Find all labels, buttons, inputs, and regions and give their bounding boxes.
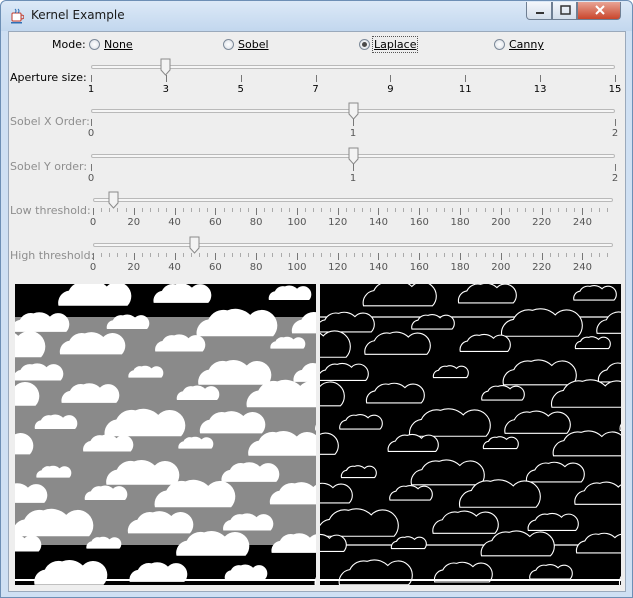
content-panel: Mode: None Sobel Laplace Canny Aperture siz… (8, 31, 626, 592)
low-tick-label: 200 (491, 217, 511, 228)
high-tick-label: 180 (450, 262, 470, 273)
sobel_x-tick-label: 2 (611, 128, 619, 139)
low-tick-label: 220 (532, 217, 552, 228)
mode-radio-canny[interactable]: Canny (494, 38, 544, 51)
mode-radio-sobel[interactable]: Sobel (223, 38, 269, 51)
radio-circle-icon (494, 39, 505, 50)
low-tick-label: 60 (208, 217, 222, 228)
kernel-example-window: Kernel Example Mode: None Sobel Laplace Can… (0, 0, 633, 598)
cloud-shape (320, 311, 375, 333)
window-title: Kernel Example (31, 8, 125, 22)
low-tick-label: 240 (572, 217, 592, 228)
java-cup-icon (11, 8, 24, 24)
cloud-shape (320, 482, 353, 504)
cloud-shape (320, 533, 347, 553)
cloud-shape (34, 559, 108, 585)
close-icon (595, 5, 605, 15)
low-tick-label: 0 (89, 217, 97, 228)
cloud-shape (15, 312, 70, 332)
aperture-tick-label: 7 (312, 84, 319, 95)
cloud-shape (268, 285, 312, 301)
sobel_y-tick-marks (9, 164, 627, 172)
mode-radio-label: None (104, 38, 133, 51)
cloud-shape (314, 577, 316, 585)
sobel_y-tick-label: 2 (611, 173, 619, 184)
high-tick-label: 160 (409, 262, 429, 273)
high-tick-label: 100 (287, 262, 307, 273)
maximize-button[interactable] (552, 2, 577, 20)
radio-circle-icon (89, 39, 100, 50)
low-tick-label: 180 (450, 217, 470, 228)
cloud-shape (196, 308, 278, 337)
low-tick-label: 120 (328, 217, 348, 228)
sobel_y-slider-thumb[interactable] (348, 147, 359, 165)
cloud-shape (58, 284, 132, 306)
cloud-shape (129, 562, 188, 582)
mode-radio-label: Canny (509, 38, 544, 51)
high-slider-track[interactable] (93, 243, 613, 247)
high-tick-label: 220 (532, 262, 552, 273)
cloud-shape (153, 284, 212, 303)
aperture-tick-marks (9, 75, 627, 83)
high-tick-label: 0 (89, 262, 97, 273)
low-slider-thumb[interactable] (108, 191, 119, 209)
maximize-icon (560, 5, 571, 15)
mode-radio-laplace[interactable]: Laplace (359, 36, 419, 53)
cloud-shape (224, 564, 268, 580)
high-tick-marks (9, 253, 627, 261)
high-tick-label: 40 (168, 262, 181, 273)
minimize-button[interactable] (526, 2, 552, 20)
high-tick-label: 140 (368, 262, 389, 273)
sobel_x-tick-label: 0 (87, 128, 95, 139)
mode-radio-label: Sobel (238, 38, 269, 51)
high-tick-label: 200 (491, 262, 511, 273)
source-image (15, 284, 316, 585)
close-button[interactable] (577, 2, 621, 20)
aperture-tick-label: 1 (87, 84, 95, 95)
clouds-image (15, 284, 316, 585)
radio-circle-icon (223, 39, 234, 50)
mode-radio-none[interactable]: None (89, 38, 133, 51)
low-tick-label: 100 (287, 217, 307, 228)
aperture-tick-label: 15 (608, 84, 622, 95)
low-tick-label: 140 (368, 217, 389, 228)
sobel_y-tick-label: 1 (349, 173, 357, 184)
aperture-tick-label: 11 (458, 84, 472, 95)
cloud-shape (15, 483, 48, 503)
low-slider-track[interactable] (93, 198, 613, 202)
aperture-tick-label: 9 (387, 84, 394, 95)
sobel_x-tick-label: 1 (349, 128, 357, 139)
sobel_y-tick-label: 0 (87, 173, 95, 184)
result-image (320, 284, 621, 585)
edges-image (320, 284, 621, 585)
high-tick-label: 60 (208, 262, 222, 273)
mode-label: Mode: (52, 38, 86, 51)
high-tick-label: 240 (572, 262, 592, 273)
high-tick-label: 20 (127, 262, 141, 273)
mode-radio-label: Laplace (371, 36, 419, 53)
radio-circle-icon (359, 39, 370, 50)
cloud-shape (106, 314, 150, 330)
aperture-tick-label: 5 (237, 84, 244, 95)
low-tick-label: 80 (249, 217, 263, 228)
sobel_x-slider-thumb[interactable] (348, 102, 359, 120)
low-tick-label: 40 (168, 217, 181, 228)
aperture-tick-label: 13 (533, 84, 547, 95)
sobel_x-tick-marks (9, 119, 627, 127)
high-tick-label: 120 (328, 262, 348, 273)
low-tick-label: 20 (127, 217, 141, 228)
bottom-line (15, 579, 316, 581)
minimize-icon (536, 12, 544, 14)
aperture-tick-label: 3 (162, 84, 170, 95)
low-tick-marks (9, 208, 627, 216)
high-slider-thumb[interactable] (189, 236, 200, 254)
title-bar[interactable]: Kernel Example (1, 1, 632, 31)
bottom-line (320, 579, 621, 581)
high-tick-label: 80 (249, 262, 263, 273)
aperture-slider-thumb[interactable] (160, 58, 171, 76)
low-tick-label: 160 (409, 217, 429, 228)
